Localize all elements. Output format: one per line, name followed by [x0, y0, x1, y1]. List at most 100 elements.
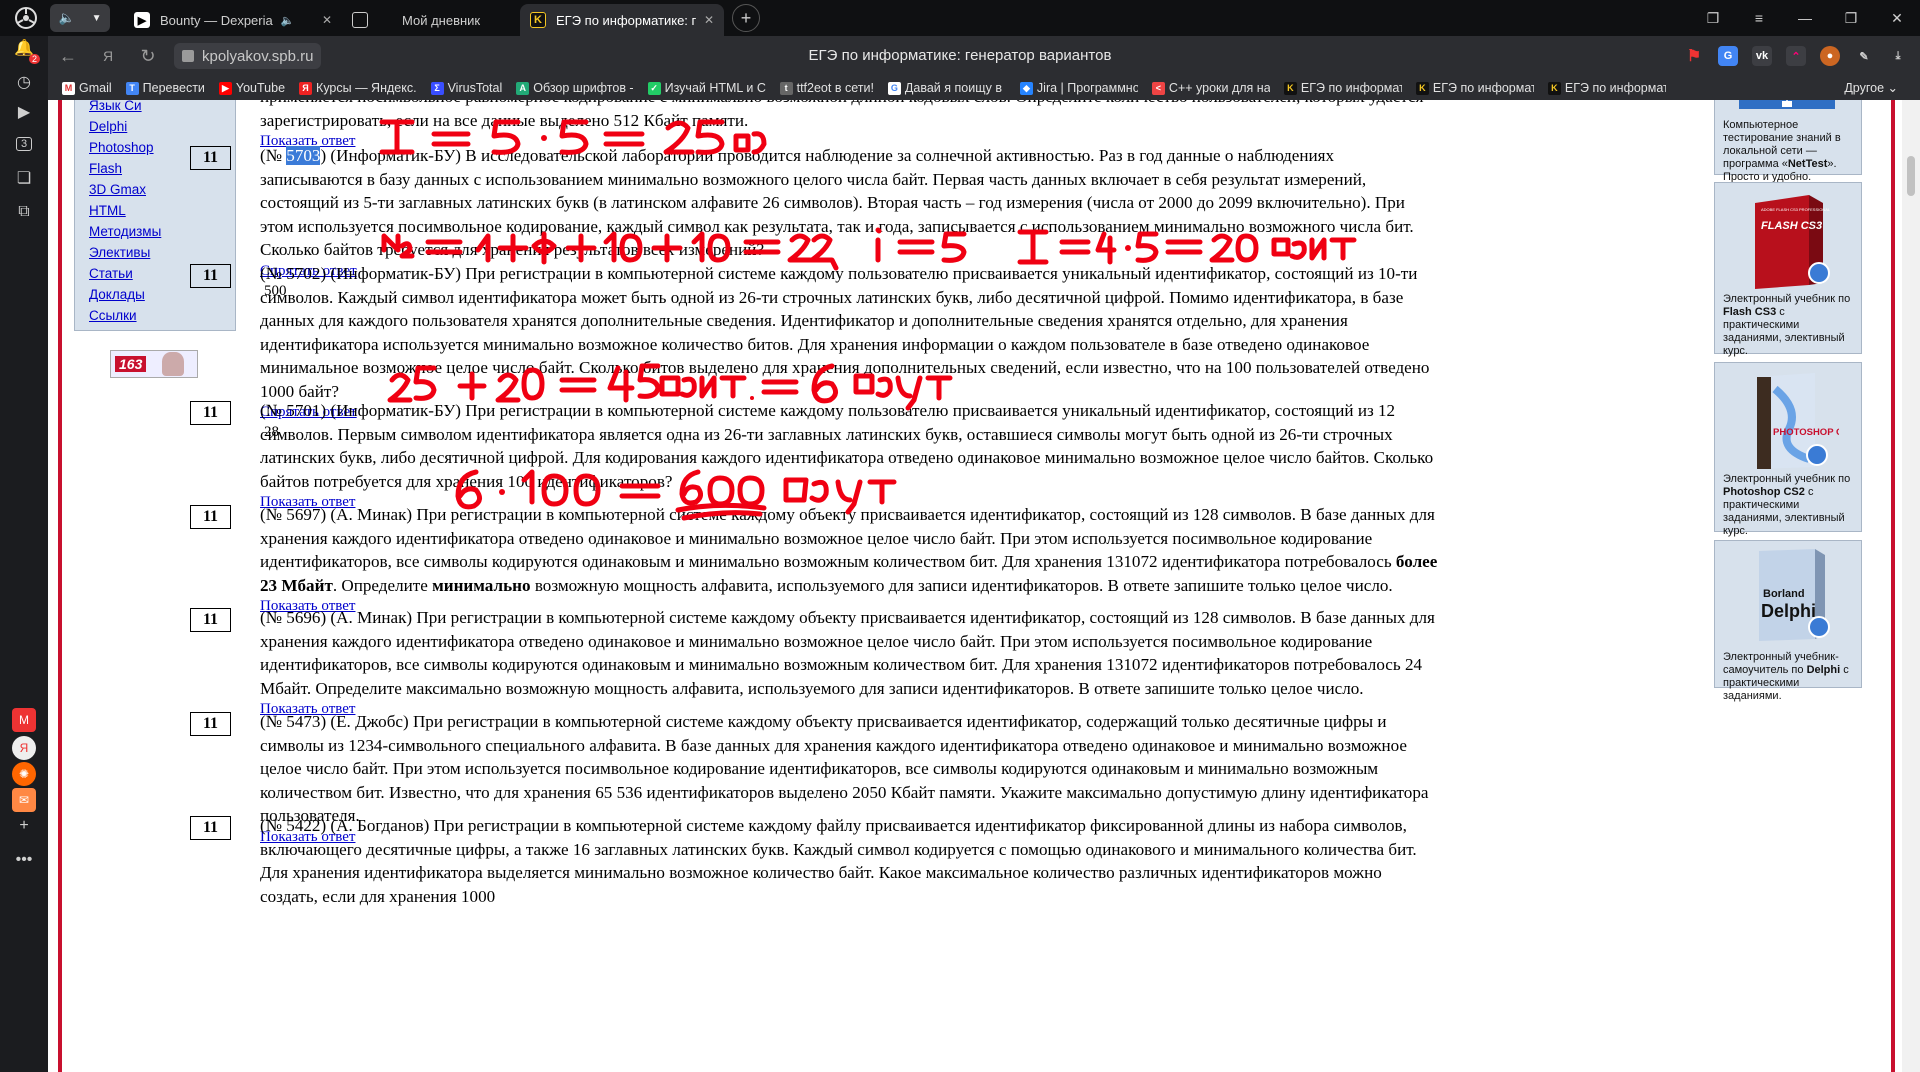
reload-icon[interactable]: ↻ [128, 46, 168, 67]
gmail-icon: M [62, 81, 75, 95]
zen-icon[interactable]: ✺ [12, 762, 36, 786]
close-window-icon[interactable]: ✕ [1874, 10, 1920, 27]
virustotal-icon: Σ [430, 81, 444, 95]
ad-delphi[interactable]: Borland Delphi Электронный учебник-самоу… [1714, 540, 1862, 702]
task-text: (№ 5473) (Е. Джобс) При регистрации в ко… [260, 712, 1429, 825]
extensions-bar: ⚑ G vk ⌃ ● ✎ ⤓ [1684, 36, 1908, 76]
chevron-down-icon: ▼ [91, 12, 102, 24]
bookmark-lmgtfy[interactable]: G Давай я поищу в г [887, 81, 1006, 95]
youtube-icon: ▶ [218, 81, 232, 95]
portrait-icon [162, 352, 185, 376]
bookmark-cpp[interactable]: < C++ уроки для на [1151, 81, 1270, 95]
bookmarks-other[interactable]: Другое ⌄ [1844, 80, 1898, 95]
tab-label: ЕГЭ по информатике: г [556, 12, 697, 28]
bookmark-icon: t [779, 81, 793, 95]
yandex-y-icon[interactable]: Я [88, 48, 128, 64]
k-logo-icon: K [1547, 81, 1561, 95]
yandex-app-icon[interactable]: Я [12, 736, 36, 760]
scrollbar-thumb[interactable] [1907, 156, 1915, 196]
bookmark-fonts[interactable]: A Обзор шрифтов - [516, 81, 634, 95]
speaker-icon: 🔈 [58, 10, 75, 25]
bookmark-gmail[interactable]: M Gmail [62, 81, 112, 95]
notifications-icon[interactable]: 🔔 2 [12, 36, 40, 64]
history-icon[interactable]: ◷ [12, 70, 36, 94]
task-text: (№ 5697) (А. Минак) При регистрации в ко… [260, 505, 1438, 595]
check-icon: ✓ [647, 81, 661, 95]
ad-flash-cs3[interactable]: FLASH CS3 ADOBE FLASH CS3 PROFESSIONAL Э… [1714, 182, 1862, 357]
school-163-logo[interactable]: 163 [110, 350, 198, 378]
tab-bar: 🔈 ▼ ▶ Bounty — Dexperia 🔈 ✕ Мой дневник … [0, 0, 1920, 36]
tab-ege-active[interactable]: K ЕГЭ по информатике: г ✕ [520, 4, 724, 36]
ad-nettest[interactable]: Компьютерное тестирование знаний в локал… [1714, 100, 1862, 183]
more-dots-icon[interactable]: ••• [12, 848, 36, 872]
speaker-icon: 🔈 [280, 14, 295, 27]
bookmark-ttf2eot[interactable]: t ttf2eot в сети! [779, 81, 874, 95]
bookmark-courses[interactable]: Я Курсы — Яндекс. [299, 81, 417, 95]
bookmark-translate[interactable]: T Перевести [125, 81, 205, 95]
task-item: 11 (№ 5701) (Информатик-БУ) При регистра… [190, 399, 1438, 511]
back-arrow-icon[interactable]: ← [48, 46, 88, 67]
task-text: (№ 5702) (Информатик-БУ) При регистрации… [260, 264, 1430, 401]
photoshop-box-icon: PHOTOSHOP CS2 [1739, 369, 1854, 469]
bookmark-ege-1[interactable]: K ЕГЭ по информат [1283, 81, 1402, 95]
bookmark-flag-icon[interactable]: ⚑ [1684, 46, 1704, 66]
right-red-border [1891, 100, 1895, 1072]
tab-label: Мой дневник [402, 12, 481, 28]
google-icon: G [887, 81, 901, 95]
extensions-icon[interactable]: ✎ [1854, 46, 1874, 66]
screenshot-icon[interactable]: ⧉ [12, 200, 36, 224]
extension-icon[interactable]: ⌃ [1786, 46, 1806, 66]
task-number-box: 11 [190, 608, 231, 632]
bookmark-youtube[interactable]: ▶ YouTube [218, 81, 285, 95]
translate-icon[interactable]: G [1718, 46, 1738, 66]
tab-diary[interactable]: Мой дневник [342, 4, 520, 36]
bookmarks-bar: M Gmail T Перевести ▶ YouTube Я Курсы — Янде… [0, 76, 1920, 100]
vk-icon[interactable]: vk [1752, 46, 1772, 66]
bookmark-html[interactable]: ✓ Изучай HTML и С [647, 81, 766, 95]
ad-photoshop-cs2[interactable]: PHOTOSHOP CS2 Электронный учебник по Pho… [1714, 362, 1862, 537]
task-number-box: 11 [190, 505, 231, 529]
close-tab-icon[interactable]: ✕ [322, 13, 332, 27]
page-scrollbar[interactable] [1902, 100, 1920, 1072]
delphi-box-icon: Borland Delphi [1739, 547, 1839, 647]
url-field[interactable]: kpolyakov.spb.ru [174, 43, 322, 69]
audio-playing-tab[interactable]: 🔈 ▼ [50, 4, 110, 32]
yandex-icon: Я [299, 81, 313, 95]
svg-text:PHOTOSHOP CS2: PHOTOSHOP CS2 [1773, 427, 1839, 438]
media-icon[interactable]: ▶ [12, 100, 36, 124]
svg-text:Borland: Borland [1763, 588, 1805, 600]
url-text: kpolyakov.spb.ru [202, 47, 314, 65]
bookmark-ege-2[interactable]: K ЕГЭ по информат [1415, 81, 1534, 95]
address-bar: ← Я ↻ kpolyakov.spb.ru ЕГЭ по информатик… [0, 36, 1920, 76]
browser-menu-button[interactable] [8, 4, 44, 32]
document-icon [352, 12, 368, 28]
minimize-icon[interactable]: — [1782, 10, 1828, 26]
tabs-count-icon[interactable]: 3 [12, 132, 36, 156]
close-tab-icon[interactable]: ✕ [704, 13, 714, 27]
play-icon: ▶ [134, 12, 150, 28]
task-text: (№ 5696) (А. Минак) При регистрации в ко… [260, 608, 1435, 698]
selected-task-id: 5703 [286, 146, 321, 165]
mail-icon[interactable]: M [12, 708, 36, 732]
yandex-logo-icon [15, 7, 37, 29]
bookmark-ege-3[interactable]: K ЕГЭ по информат [1547, 81, 1666, 95]
task-text: (№ 5703) (Информатик-БУ) В исследователь… [260, 146, 1414, 259]
download-icon[interactable]: ⤓ [1888, 46, 1908, 66]
add-panel-icon[interactable]: + [12, 814, 36, 838]
bookmark-jira[interactable]: ◆ Jira | Программно [1019, 81, 1138, 95]
svg-text:FLASH CS3: FLASH CS3 [1761, 220, 1822, 232]
basketball-icon[interactable]: ● [1820, 46, 1840, 66]
svg-text:ADOBE FLASH CS3 PROFESSIONAL: ADOBE FLASH CS3 PROFESSIONAL [1761, 207, 1831, 212]
task-text: (№ 5701) (Информатик-БУ) При регистрации… [260, 401, 1434, 491]
collections-icon[interactable]: ❏ [12, 166, 36, 190]
messenger-icon[interactable]: ✉ [12, 788, 36, 812]
tab-bounty[interactable]: ▶ Bounty — Dexperia 🔈 ✕ [124, 4, 342, 36]
bookmark-virustotal[interactable]: Σ VirusTotal [430, 81, 502, 95]
k-logo-icon: K [1283, 81, 1297, 95]
new-tab-button[interactable]: + [732, 4, 760, 32]
collections-icon[interactable]: ❐ [1690, 10, 1736, 27]
hamburger-menu-icon[interactable]: ≡ [1736, 10, 1782, 26]
task-item: 11 (№ 5696) (А. Минак) При регистрации в… [190, 606, 1438, 718]
k-logo-icon: K [1415, 81, 1429, 95]
restore-icon[interactable]: ❐ [1828, 10, 1874, 27]
